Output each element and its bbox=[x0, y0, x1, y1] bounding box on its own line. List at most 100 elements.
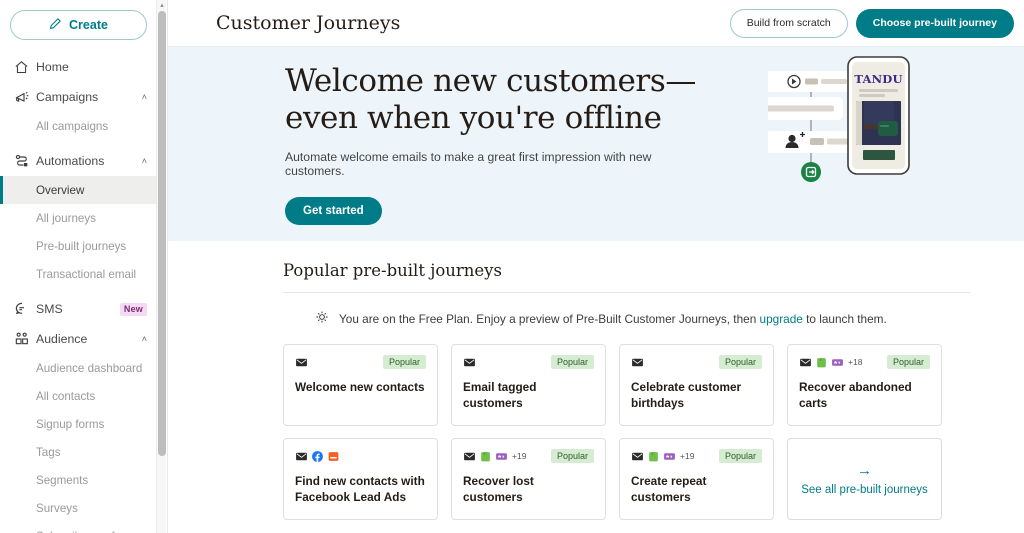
journey-card-title: Recover abandoned carts bbox=[799, 380, 912, 410]
main-content: Customer Journeys Build from scratch Cho… bbox=[168, 0, 1024, 533]
hero-headline-line1: Welcome new customers— bbox=[285, 63, 696, 99]
page-title: Customer Journeys bbox=[216, 12, 401, 34]
sidebar-scroll-area: Create Home Campaigns ˄ All campaigns Au… bbox=[0, 0, 157, 533]
choose-prebuilt-journey-button[interactable]: Choose pre-built journey bbox=[855, 8, 1014, 38]
sun-burst-icon bbox=[315, 310, 329, 327]
phone-brand-text: TANDU bbox=[854, 72, 902, 86]
sidebar-item-tags[interactable]: Tags bbox=[0, 438, 157, 466]
sidebar-item-campaigns[interactable]: Campaigns ˄ bbox=[0, 82, 157, 112]
card-channel-icons: +19 bbox=[631, 450, 694, 463]
journey-cards-grid: Popular Welcome new contacts Popular Ema… bbox=[283, 344, 970, 520]
popular-badge: Popular bbox=[550, 354, 594, 370]
envelope-icon bbox=[800, 358, 811, 366]
envelope-icon bbox=[632, 358, 643, 366]
status-badge-new: New bbox=[119, 302, 147, 316]
scroll-up-arrow-icon[interactable]: ▴ bbox=[158, 2, 166, 10]
woocommerce-icon bbox=[664, 452, 675, 460]
journey-card-title: Find new contacts with Facebook Lead Ads bbox=[295, 474, 425, 504]
create-button[interactable]: Create bbox=[10, 10, 147, 40]
megaphone-icon bbox=[14, 89, 36, 105]
create-button-label: Create bbox=[69, 18, 108, 32]
sidebar-item-campaigns-label: Campaigns bbox=[36, 90, 99, 104]
sidebar-item-audience-label: Audience bbox=[36, 332, 88, 346]
sidebar-item-all-campaigns[interactable]: All campaigns bbox=[0, 112, 157, 140]
plan-note-before: You are on the Free Plan. Enjoy a previe… bbox=[339, 311, 760, 326]
journey-card-recover-lost-customers[interactable]: +19 Popular Recover lost customers bbox=[451, 438, 606, 520]
card-channel-icons: +18 bbox=[799, 356, 862, 369]
sidebar-item-prebuilt-journeys-label: Pre-built journeys bbox=[36, 239, 127, 253]
arrow-right-icon: → bbox=[857, 461, 872, 479]
chevron-up-icon[interactable]: ˄ bbox=[142, 156, 147, 166]
sidebar-item-all-contacts[interactable]: All contacts bbox=[0, 382, 157, 410]
sidebar-item-subscriber-preferences[interactable]: Subscriber preferences bbox=[0, 522, 157, 533]
sidebar-item-all-journeys[interactable]: All journeys bbox=[0, 204, 157, 232]
sidebar-item-all-journeys-label: All journeys bbox=[36, 211, 96, 225]
audience-icon bbox=[14, 331, 36, 347]
popular-badge: Popular bbox=[718, 448, 762, 464]
sidebar-scrollbar[interactable]: ▴ bbox=[156, 0, 166, 533]
free-plan-notice: You are on the Free Plan. Enjoy a previe… bbox=[283, 310, 970, 327]
journey-card-facebook-lead-ads[interactable]: Find new contacts with Facebook Lead Ads bbox=[283, 438, 438, 520]
scrollbar-thumb[interactable] bbox=[158, 11, 166, 456]
sidebar-item-signup-forms[interactable]: Signup forms bbox=[0, 410, 157, 438]
journey-card-recover-abandoned-carts[interactable]: +18 Popular Recover abandoned carts bbox=[787, 344, 942, 426]
card-channel-icons bbox=[631, 356, 644, 369]
sidebar-item-transactional-email[interactable]: Transactional email bbox=[0, 260, 157, 288]
envelope-icon bbox=[632, 452, 643, 460]
sms-icon bbox=[14, 301, 36, 317]
journey-card-create-repeat-customers[interactable]: +19 Popular Create repeat customers bbox=[619, 438, 774, 520]
card-channel-icons bbox=[463, 356, 476, 369]
sidebar-item-overview-label: Overview bbox=[36, 183, 85, 197]
sidebar-item-sms[interactable]: SMS New bbox=[0, 294, 157, 324]
journey-card-title: Email tagged customers bbox=[463, 380, 537, 410]
sidebar-item-home[interactable]: Home bbox=[0, 52, 157, 82]
sidebar-item-audience[interactable]: Audience ˄ bbox=[0, 324, 157, 354]
card-channel-icons bbox=[295, 356, 308, 369]
journey-card-welcome-new-contacts[interactable]: Popular Welcome new contacts bbox=[283, 344, 438, 426]
popular-badge: Popular bbox=[550, 448, 594, 464]
envelope-icon bbox=[296, 358, 307, 366]
chevron-up-icon[interactable]: ˄ bbox=[142, 92, 147, 102]
popular-badge: Popular bbox=[718, 354, 762, 370]
free-plan-notice-text: You are on the Free Plan. Enjoy a previe… bbox=[339, 312, 887, 326]
see-all-label: See all pre-built journeys bbox=[801, 483, 928, 496]
journey-card-celebrate-customer-birthdays[interactable]: Popular Celebrate customer birthdays bbox=[619, 344, 774, 426]
sidebar-item-segments[interactable]: Segments bbox=[0, 466, 157, 494]
plan-note-after: to launch them. bbox=[802, 311, 887, 326]
sidebar-item-prebuilt-journeys[interactable]: Pre-built journeys bbox=[0, 232, 157, 260]
sidebar: Create Home Campaigns ˄ All campaigns Au… bbox=[0, 0, 168, 533]
extra-integrations-count: +19 bbox=[680, 451, 695, 461]
hero-illustration: TANDU bbox=[698, 47, 968, 241]
upgrade-link[interactable]: upgrade bbox=[760, 312, 803, 326]
journey-card-title: Celebrate customer birthdays bbox=[631, 380, 742, 410]
section-title: Popular pre-built journeys bbox=[283, 261, 502, 280]
lead-ads-icon bbox=[328, 451, 339, 461]
sidebar-item-sms-label: SMS bbox=[36, 302, 63, 316]
get-started-button[interactable]: Get started bbox=[285, 196, 382, 225]
journey-card-title: Create repeat customers bbox=[631, 474, 707, 504]
sidebar-item-tags-label: Tags bbox=[36, 445, 61, 459]
hero-subtext: Automate welcome emails to make a great … bbox=[285, 149, 652, 178]
sidebar-item-all-contacts-label: All contacts bbox=[36, 389, 96, 403]
sidebar-item-segments-label: Segments bbox=[36, 473, 89, 487]
sidebar-item-automations[interactable]: Automations ˄ bbox=[0, 146, 157, 176]
sidebar-item-overview[interactable]: Overview bbox=[0, 176, 157, 204]
envelope-icon bbox=[464, 452, 475, 460]
journey-card-email-tagged-customers[interactable]: Popular Email tagged customers bbox=[451, 344, 606, 426]
sidebar-item-home-label: Home bbox=[36, 60, 69, 74]
journey-phone-illustration: TANDU bbox=[698, 56, 910, 182]
shopify-icon bbox=[481, 451, 490, 461]
build-from-scratch-button[interactable]: Build from scratch bbox=[729, 8, 848, 38]
home-icon bbox=[14, 60, 36, 75]
card-channel-icons bbox=[295, 450, 340, 463]
card-channel-icons: +19 bbox=[463, 450, 526, 463]
sidebar-item-audience-dashboard[interactable]: Audience dashboard bbox=[0, 354, 157, 382]
hero-headline-line2: even when you're offline bbox=[285, 99, 662, 136]
hero-headline: Welcome new customers— even when you're … bbox=[285, 63, 705, 137]
sidebar-item-surveys[interactable]: Surveys bbox=[0, 494, 157, 522]
extra-integrations-count: +18 bbox=[848, 357, 863, 367]
envelope-icon bbox=[464, 358, 475, 366]
hero-text-block: Welcome new customers— even when you're … bbox=[285, 63, 705, 225]
see-all-prebuilt-journeys-card[interactable]: → See all pre-built journeys bbox=[787, 438, 942, 520]
chevron-up-icon[interactable]: ˄ bbox=[142, 334, 147, 344]
